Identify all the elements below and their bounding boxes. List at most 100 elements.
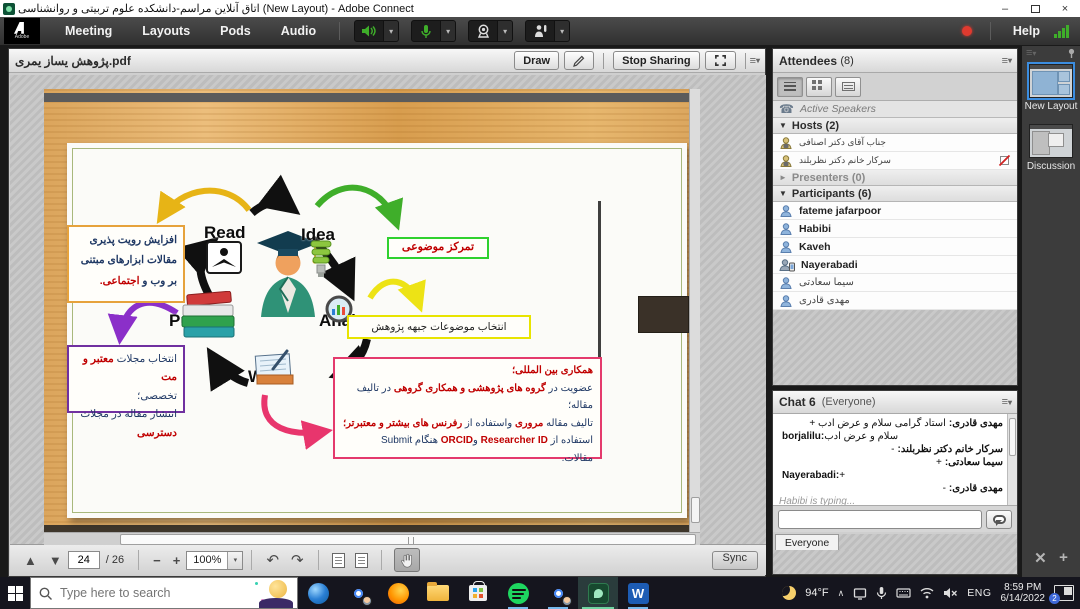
fullscreen-button[interactable] bbox=[705, 51, 736, 70]
participant-row[interactable]: مهدی قادری bbox=[773, 292, 1017, 310]
participants-label: Participants (6) bbox=[792, 188, 871, 200]
menu-audio[interactable]: Audio bbox=[266, 17, 331, 46]
mic-button[interactable] bbox=[411, 20, 441, 42]
taskbar-search[interactable] bbox=[30, 577, 298, 609]
participant-icon bbox=[779, 294, 793, 308]
host-row[interactable]: سرکار خانم دکتر نظربلند bbox=[773, 152, 1017, 170]
participant-icon bbox=[779, 240, 793, 254]
layout-new-layout-thumbnail[interactable] bbox=[1029, 64, 1073, 98]
attendees-menu-button[interactable]: ≡▾ bbox=[1002, 55, 1011, 67]
previous-page-button[interactable]: ▲ bbox=[24, 553, 37, 568]
zoom-in-button[interactable]: + bbox=[173, 553, 181, 568]
taskbar-adobe-connect-icon[interactable] bbox=[578, 577, 618, 609]
list-view-icon bbox=[784, 82, 796, 91]
horizontal-scrollbar[interactable] bbox=[44, 532, 700, 545]
pin-icon[interactable] bbox=[1067, 48, 1076, 58]
close-button[interactable]: × bbox=[1050, 0, 1080, 17]
chat-input[interactable] bbox=[778, 510, 982, 529]
hidden-icons-chevron[interactable]: ∧ bbox=[838, 588, 845, 599]
share-pod-menu-button[interactable]: ≡▾ bbox=[750, 55, 759, 67]
sync-button[interactable]: Sync bbox=[712, 551, 758, 570]
webcam-caret[interactable]: ▾ bbox=[498, 20, 513, 42]
yellow-note-box: انتخاب موضوعات جبهه پژوهش bbox=[347, 315, 531, 339]
microphone-tray-icon[interactable] bbox=[876, 586, 887, 600]
wifi-tray-icon[interactable] bbox=[920, 587, 934, 599]
zoom-select[interactable]: 100% ▾ bbox=[186, 551, 243, 570]
raise-hand-button[interactable] bbox=[525, 20, 555, 42]
attendee-list-view-button[interactable] bbox=[777, 77, 803, 97]
next-page-button[interactable]: ▼ bbox=[49, 553, 62, 568]
weather-moon-icon bbox=[782, 586, 796, 600]
taskbar-store-icon[interactable] bbox=[458, 577, 498, 609]
fit-width-button[interactable] bbox=[355, 553, 368, 568]
chat-scrollbar[interactable] bbox=[1007, 414, 1017, 505]
tablet-tray-icon[interactable] bbox=[853, 587, 867, 600]
search-input[interactable] bbox=[60, 586, 289, 600]
keyboard-tray-icon[interactable] bbox=[896, 587, 911, 599]
menu-pods[interactable]: Pods bbox=[205, 17, 266, 46]
language-indicator[interactable]: ENG bbox=[967, 587, 991, 599]
draw-button[interactable]: Draw bbox=[514, 51, 559, 70]
raise-hand-icon bbox=[533, 24, 548, 38]
chat-menu-button[interactable]: ≡▾ bbox=[1002, 396, 1011, 408]
add-layout-button[interactable]: + bbox=[1059, 549, 1068, 567]
webcam-button[interactable] bbox=[468, 20, 498, 42]
titlebar: اتاق آنلاین مراسم-دانشکده علوم تربیتی و … bbox=[0, 0, 1080, 17]
purple-note-line1: انتخاب مجلات معتبر و مت bbox=[75, 350, 177, 387]
layouts-menu-button[interactable]: ≡▾ bbox=[1026, 47, 1035, 59]
presenters-section-header[interactable]: ► Presenters (0) bbox=[773, 170, 1017, 186]
maximize-button[interactable] bbox=[1020, 0, 1050, 17]
chat-scrollbar-thumb[interactable] bbox=[1009, 418, 1016, 456]
taskbar-clock[interactable]: 8:59 PM 6/14/2022 bbox=[1001, 582, 1046, 604]
mic-caret[interactable]: ▾ bbox=[441, 20, 456, 42]
participants-section-header[interactable]: ▼ Participants (6) bbox=[773, 186, 1017, 202]
recording-indicator-icon bbox=[962, 26, 972, 36]
notification-center-button[interactable]: 2 bbox=[1054, 585, 1074, 601]
pan-tool-button[interactable] bbox=[394, 548, 420, 572]
vertical-scrollbar[interactable] bbox=[689, 89, 700, 541]
zoom-out-button[interactable]: − bbox=[153, 553, 161, 568]
participant-row[interactable]: Kaveh bbox=[773, 238, 1017, 256]
taskbar-file-explorer-icon[interactable] bbox=[418, 577, 458, 609]
taskbar-spotify-icon[interactable] bbox=[498, 577, 538, 609]
menu-help[interactable]: Help bbox=[1013, 24, 1040, 38]
status-caret[interactable]: ▾ bbox=[555, 20, 570, 42]
taskbar-word-icon[interactable]: W bbox=[618, 577, 658, 609]
speaker-muted-tray-icon[interactable] bbox=[943, 587, 958, 599]
pink-note-line3: تالیف مقاله مروری واستفاده از رفرنس های … bbox=[342, 415, 593, 433]
manage-layouts-button[interactable]: ✕ bbox=[1034, 549, 1047, 567]
publish-books-icon bbox=[179, 291, 237, 339]
hosts-section-header[interactable]: ▼ Hosts (2) bbox=[773, 118, 1017, 134]
taskbar-chrome2-icon[interactable] bbox=[538, 577, 578, 609]
speaker-button[interactable] bbox=[354, 20, 384, 42]
send-message-button[interactable] bbox=[986, 510, 1012, 529]
tab-everyone[interactable]: Everyone bbox=[775, 534, 839, 550]
speaker-caret[interactable]: ▾ bbox=[384, 20, 399, 42]
host-row[interactable]: جناب آقای دکتر اصنافی bbox=[773, 134, 1017, 152]
taskbar-edge-icon[interactable] bbox=[298, 577, 338, 609]
fit-page-button[interactable] bbox=[332, 553, 345, 568]
participant-row[interactable]: Nayerabadi bbox=[773, 256, 1017, 274]
page-number-input[interactable] bbox=[68, 551, 100, 569]
rotate-right-button[interactable]: ↷ bbox=[291, 551, 304, 569]
participant-row[interactable]: سیما سعادتی bbox=[773, 274, 1017, 292]
participant-row[interactable]: fateme jafarpoor bbox=[773, 202, 1017, 220]
layout-discussion-thumbnail[interactable] bbox=[1029, 124, 1073, 158]
hosts-label: Hosts (2) bbox=[792, 120, 839, 132]
horizontal-scrollbar-thumb[interactable] bbox=[120, 534, 696, 545]
whiteboard-overlay-button[interactable] bbox=[564, 51, 594, 70]
stop-sharing-button[interactable]: Stop Sharing bbox=[613, 51, 699, 70]
taskbar-chrome-icon[interactable] bbox=[338, 577, 378, 609]
start-button[interactable] bbox=[0, 577, 30, 609]
chat-sender: مهدی قادری: bbox=[949, 418, 1003, 429]
participant-row[interactable]: Habibi bbox=[773, 220, 1017, 238]
breakout-view-button[interactable] bbox=[806, 77, 832, 97]
minimize-button[interactable]: – bbox=[990, 0, 1020, 17]
weather-temp[interactable]: 94°F bbox=[805, 587, 828, 599]
status-view-button[interactable] bbox=[835, 77, 861, 97]
menu-layouts[interactable]: Layouts bbox=[127, 17, 205, 46]
vertical-scrollbar-thumb[interactable] bbox=[691, 497, 700, 523]
rotate-left-button[interactable]: ↶ bbox=[266, 551, 279, 569]
taskbar-firefox-icon[interactable] bbox=[378, 577, 418, 609]
menu-meeting[interactable]: Meeting bbox=[50, 17, 127, 46]
